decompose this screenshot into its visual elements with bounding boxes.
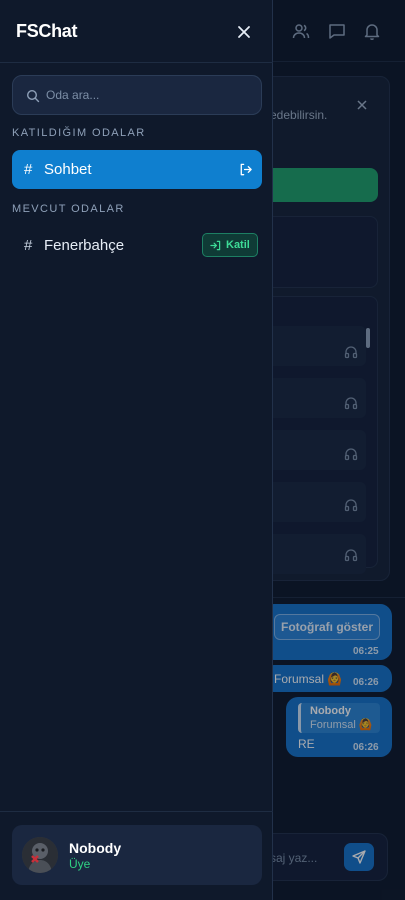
- room-name: Sohbet: [44, 161, 92, 178]
- avatar-image: [22, 837, 58, 873]
- search-input[interactable]: [46, 76, 256, 114]
- user-role: Üye: [69, 857, 91, 871]
- room-drawer: FSChat KATILDIĞIM ODALAR # Sohbet MEVCUT…: [0, 0, 273, 900]
- room-item-fenerbahce[interactable]: # Fenerbahçe Katil: [12, 226, 262, 265]
- room-name: Fenerbahçe: [44, 237, 125, 254]
- user-name: Nobody: [69, 840, 122, 856]
- search-icon: [26, 89, 40, 103]
- join-button[interactable]: Katil: [202, 233, 258, 257]
- avatar: [22, 837, 58, 873]
- available-rooms-heading: MEVCUT ODALAR: [12, 203, 125, 215]
- drawer-backdrop[interactable]: [273, 0, 405, 900]
- hash-icon: #: [24, 161, 33, 178]
- join-icon: [210, 240, 221, 251]
- room-search[interactable]: [12, 75, 262, 115]
- close-icon[interactable]: [234, 22, 254, 42]
- join-label: Katil: [226, 239, 250, 251]
- user-profile-card[interactable]: Nobody Üye: [12, 825, 262, 885]
- joined-rooms-heading: KATILDIĞIM ODALAR: [12, 127, 146, 139]
- drawer-header: FSChat: [0, 0, 273, 63]
- room-item-sohbet[interactable]: # Sohbet: [12, 150, 262, 189]
- hash-icon: #: [24, 237, 33, 254]
- app-title: FSChat: [16, 21, 78, 41]
- leave-icon[interactable]: [238, 162, 253, 177]
